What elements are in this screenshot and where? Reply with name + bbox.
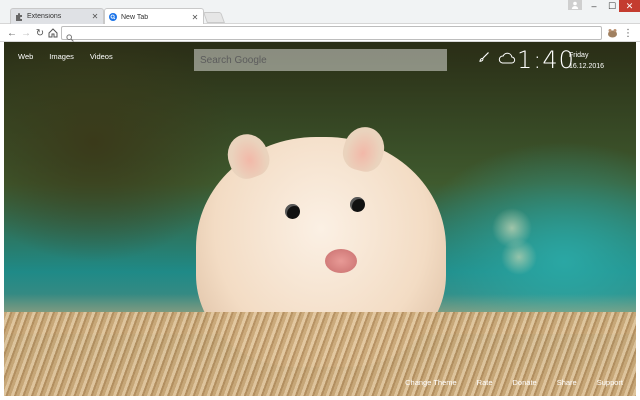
new-tab-button[interactable]	[202, 12, 226, 23]
footer-links: Change Theme Rate Donate Share Support	[405, 378, 623, 387]
extension-hamster-icon[interactable]	[605, 26, 619, 40]
brush-icon[interactable]	[478, 50, 490, 68]
address-input[interactable]	[78, 27, 598, 39]
close-icon[interactable]: ✕	[91, 12, 99, 21]
address-bar[interactable]	[61, 26, 602, 42]
title-bar: Extensions ✕ New Tab ✕ – ☐ ✕	[0, 0, 640, 25]
clock-time: 1:40	[517, 46, 575, 74]
background-hamster-eye	[285, 204, 300, 219]
rate-link[interactable]: Rate	[477, 378, 493, 387]
support-link[interactable]: Support	[597, 378, 623, 387]
close-icon[interactable]: ✕	[191, 13, 199, 22]
tab-label: New Tab	[121, 13, 149, 21]
share-link[interactable]: Share	[557, 378, 577, 387]
menu-kebab-icon[interactable]: ⋮	[621, 26, 635, 40]
images-link[interactable]: Images	[49, 52, 74, 61]
clock-day: Friday	[569, 52, 589, 59]
minimize-icon[interactable]: –	[584, 0, 604, 12]
puzzle-icon	[15, 12, 23, 21]
search-type-links: Web Images Videos	[18, 52, 113, 61]
close-window-icon[interactable]: ✕	[619, 0, 640, 12]
tab-label: Extensions	[27, 13, 62, 20]
search-favicon-icon	[109, 13, 117, 21]
videos-link[interactable]: Videos	[90, 52, 113, 61]
new-tab-page: Web Images Videos 1:40 Friday 16.12.2016…	[4, 42, 636, 396]
back-icon[interactable]: ←	[5, 26, 19, 40]
home-icon[interactable]	[46, 26, 60, 40]
clock-date: 16.12.2016	[569, 63, 605, 70]
tab-extensions[interactable]: Extensions ✕	[10, 8, 104, 24]
background-hamster-eye	[350, 197, 365, 212]
browser-toolbar: ← → ↻ ⋮	[0, 24, 640, 42]
reload-icon[interactable]: ↻	[33, 26, 47, 40]
cloud-icon	[498, 51, 516, 69]
donate-link[interactable]: Donate	[513, 378, 537, 387]
tab-new-tab[interactable]: New Tab ✕	[104, 8, 204, 25]
web-link[interactable]: Web	[18, 52, 33, 61]
user-profile-icon[interactable]	[568, 0, 582, 10]
search-input[interactable]	[194, 49, 447, 71]
forward-icon[interactable]: →	[19, 26, 33, 40]
background-hamster-nose	[325, 249, 357, 273]
change-theme-link[interactable]: Change Theme	[405, 378, 457, 387]
